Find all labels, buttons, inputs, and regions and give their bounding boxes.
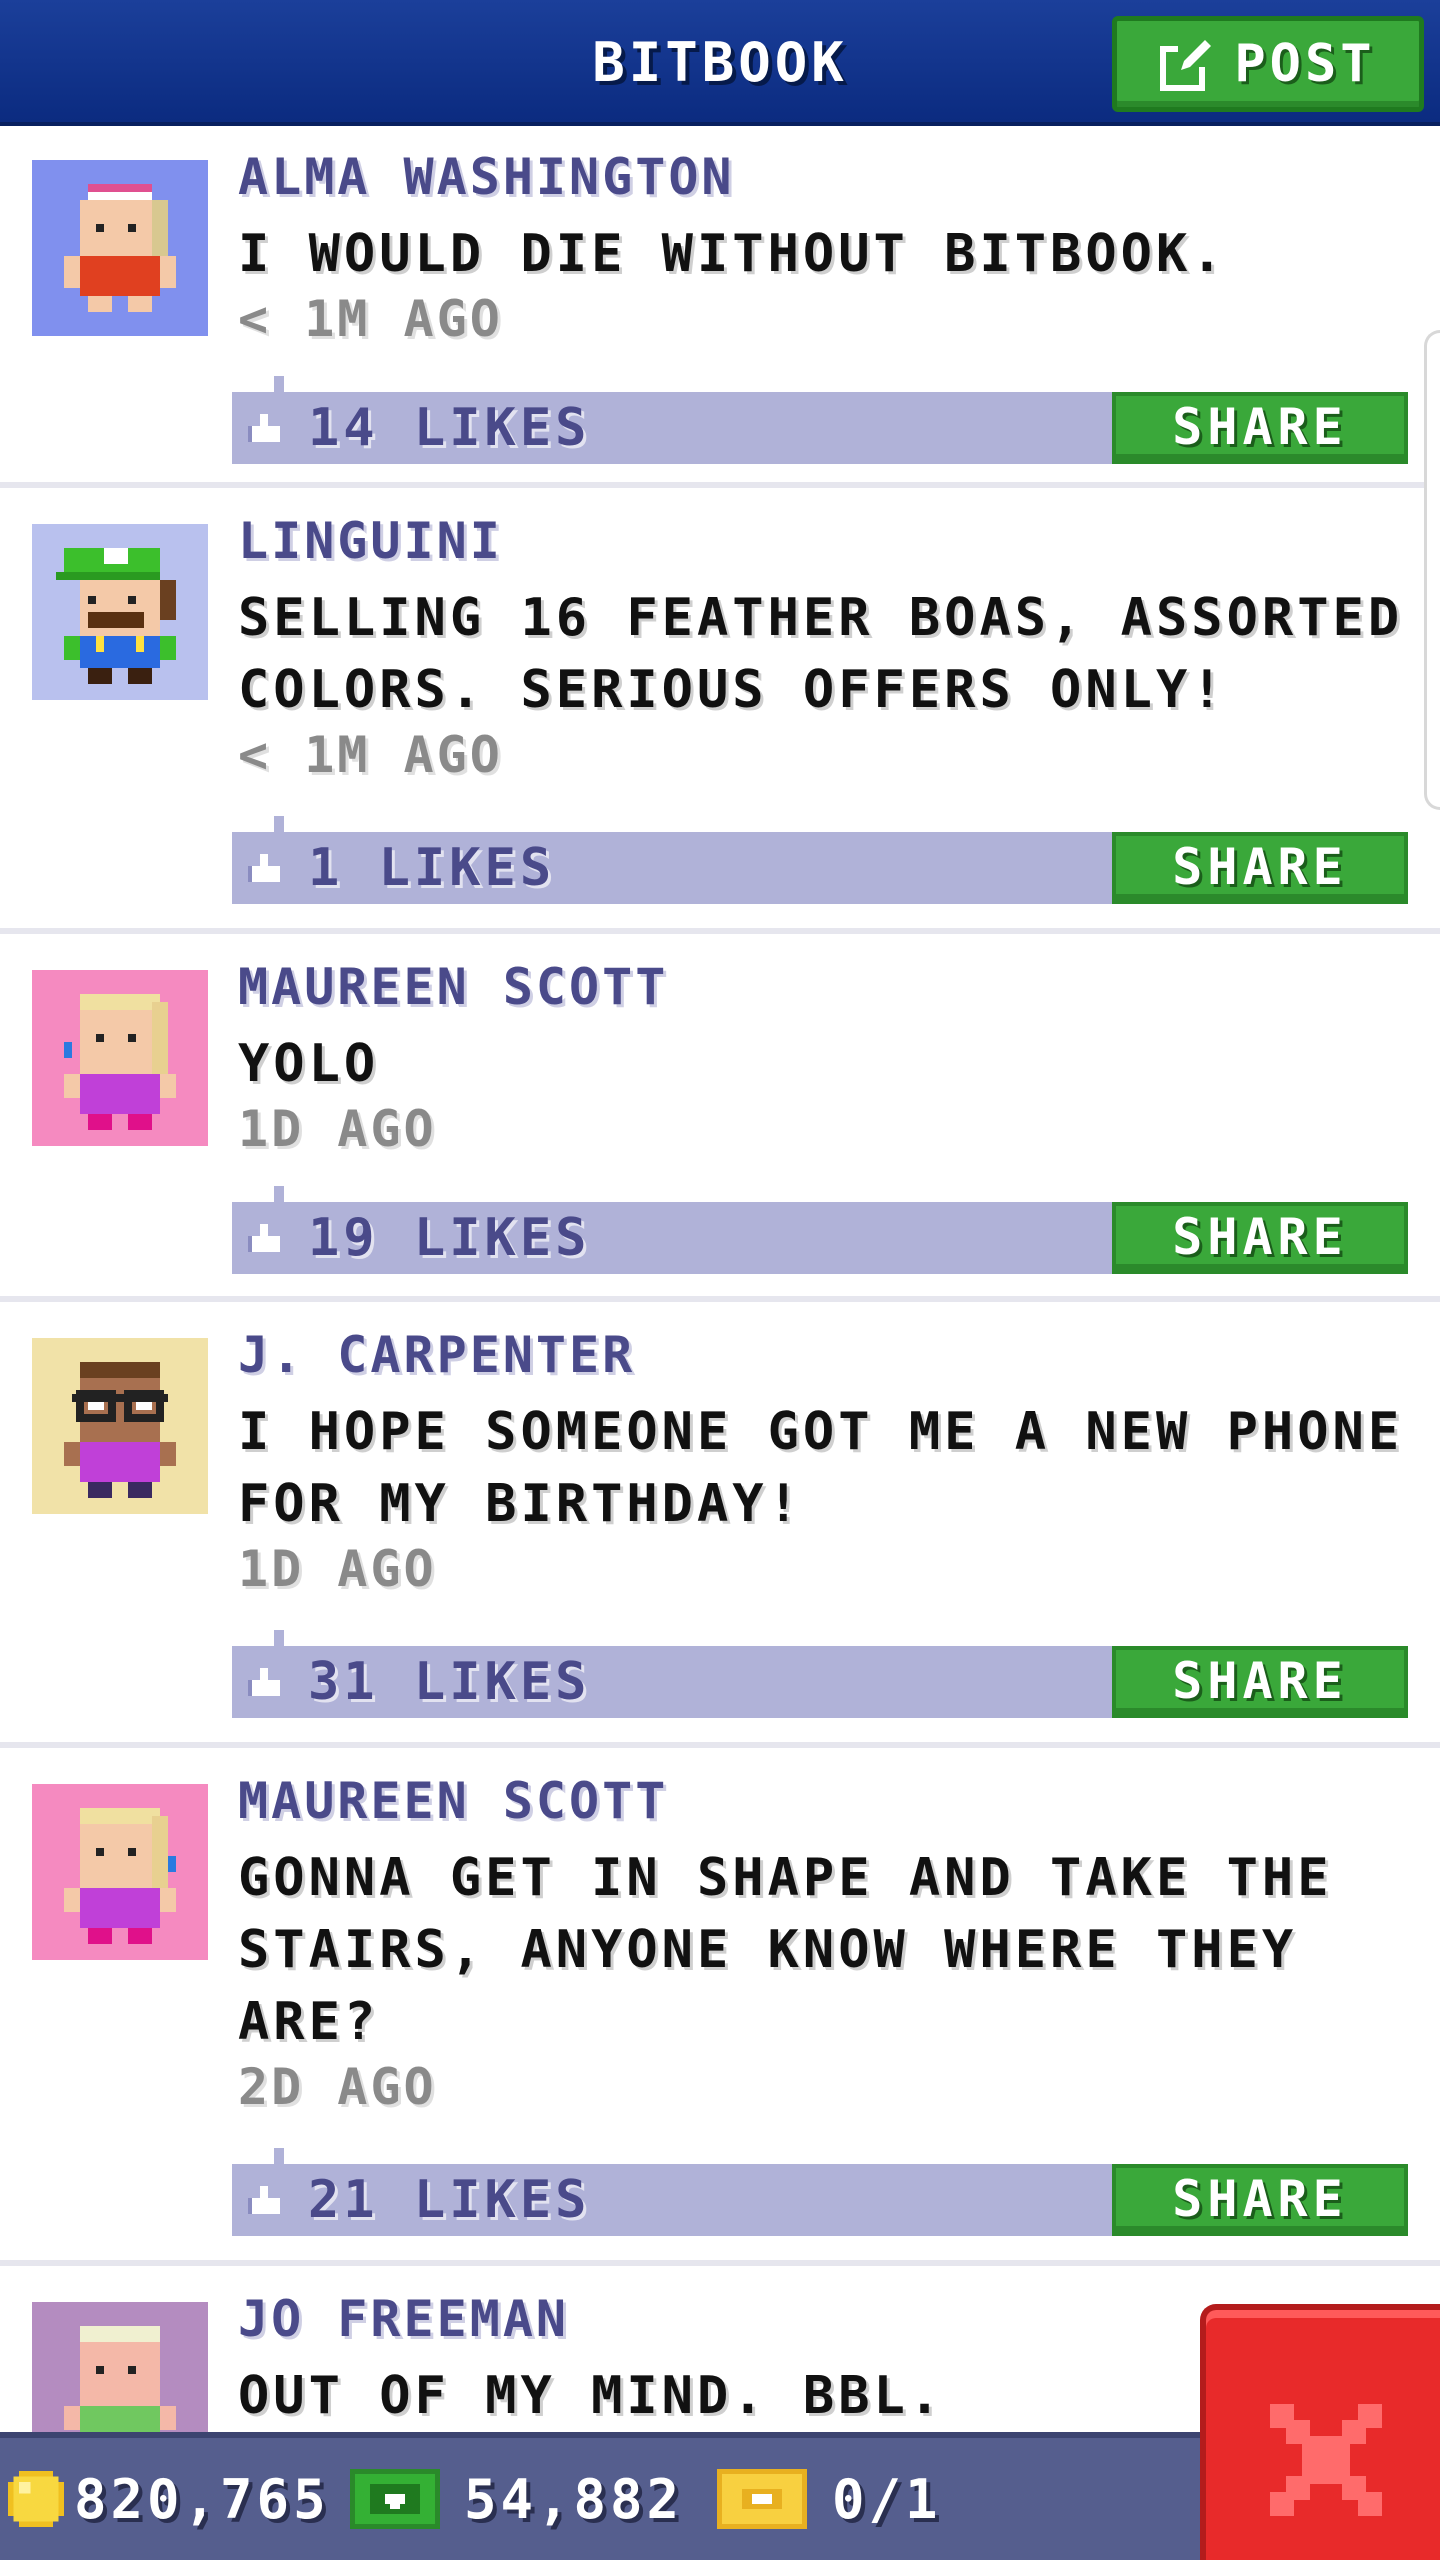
post-time: 1D AGO (238, 1540, 437, 1598)
post-author[interactable]: JO FREEMAN (238, 2290, 569, 2348)
likes-count: 19 LIKES (308, 1208, 591, 1268)
thumbs-up-icon (248, 2186, 280, 2214)
feed-post: ALMA WASHINGTON I WOULD DIE WITHOUT BITB… (0, 130, 1440, 488)
bux-icon (350, 2469, 440, 2529)
share-button[interactable]: SHARE (1112, 392, 1408, 464)
post-author[interactable]: J. CARPENTER (238, 1326, 635, 1384)
maureen-scott-avatar (32, 1784, 208, 1960)
post-time: 1D AGO (238, 1100, 437, 1158)
tickets-stat: 0/1 (716, 2438, 942, 2560)
post-message: I WOULD DIE WITHOUT BITBOOK. (238, 224, 1227, 284)
post-button[interactable]: POST (1112, 16, 1424, 112)
close-icon (1270, 2404, 1382, 2516)
feed-post: J. CARPENTER I HOPE SOMEONE GOT ME A NEW… (0, 1308, 1440, 1748)
tickets-value: 0/1 (832, 2467, 942, 2531)
scrollbar[interactable] (1424, 330, 1440, 810)
share-button[interactable]: SHARE (1112, 832, 1408, 904)
bux-value: 54,882 (464, 2467, 684, 2531)
post-message: SELLING 16 FEATHER BOAS, ASSORTED COLORS… (238, 588, 1404, 720)
post-message: GONNA GET IN SHAPE AND TAKE THE STAIRS, … (238, 1848, 1333, 2052)
maureen-scott-avatar (32, 970, 208, 1146)
bux-stat: 54,882 (350, 2438, 683, 2560)
post-message: I HOPE SOMEONE GOT ME A NEW PHONE FOR MY… (238, 1402, 1404, 1534)
likes-bar: 19 LIKES SHARE (232, 1186, 1408, 1274)
coin-icon (8, 2471, 64, 2527)
close-button[interactable] (1200, 2304, 1440, 2560)
thumbs-up-icon (248, 854, 280, 882)
post-time: < 1M AGO (238, 726, 503, 784)
likes-count: 14 LIKES (308, 398, 591, 458)
likes-bar: 31 LIKES SHARE (232, 1630, 1408, 1718)
post-author[interactable]: MAUREEN SCOTT (238, 1772, 668, 1830)
post-author[interactable]: LINGUINI (238, 512, 503, 570)
likes-bar: 1 LIKES SHARE (232, 816, 1408, 904)
likes-bar: 21 LIKES SHARE (232, 2148, 1408, 2236)
likes-count: 1 LIKES (308, 838, 556, 898)
post-author[interactable]: MAUREEN SCOTT (238, 958, 668, 1016)
share-button[interactable]: SHARE (1112, 1646, 1408, 1718)
post-time: 2D AGO (238, 2058, 437, 2116)
share-button[interactable]: SHARE (1112, 2164, 1408, 2236)
j-carpenter-avatar (32, 1338, 208, 1514)
feed-post: MAUREEN SCOTT YOLO 1D AGO 19 LIKES SHARE (0, 940, 1440, 1302)
thumbs-up-icon (248, 1224, 280, 1252)
post-time: < 1M AGO (238, 290, 503, 348)
coins-stat: 820,765 (8, 2438, 330, 2560)
compose-icon (1160, 40, 1212, 91)
likes-count: 21 LIKES (308, 2170, 591, 2230)
thumbs-up-icon (248, 1668, 280, 1696)
thumbs-up-icon (248, 414, 280, 442)
share-button[interactable]: SHARE (1112, 1202, 1408, 1274)
linguini-avatar (32, 524, 208, 700)
alma-washington-avatar (32, 160, 208, 336)
post-message: YOLO (238, 1034, 380, 1094)
coins-value: 820,765 (74, 2467, 330, 2531)
ticket-icon (717, 2469, 807, 2529)
feed-post: MAUREEN SCOTT GONNA GET IN SHAPE AND TAK… (0, 1754, 1440, 2266)
feed-post: LINGUINI SELLING 16 FEATHER BOAS, ASSORT… (0, 494, 1440, 934)
app-header: BITBOOK POST (0, 0, 1440, 126)
likes-count: 31 LIKES (308, 1652, 591, 1712)
likes-bar: 14 LIKES SHARE (232, 376, 1408, 464)
post-button-label: POST (1234, 34, 1376, 94)
post-author[interactable]: ALMA WASHINGTON (238, 148, 735, 206)
